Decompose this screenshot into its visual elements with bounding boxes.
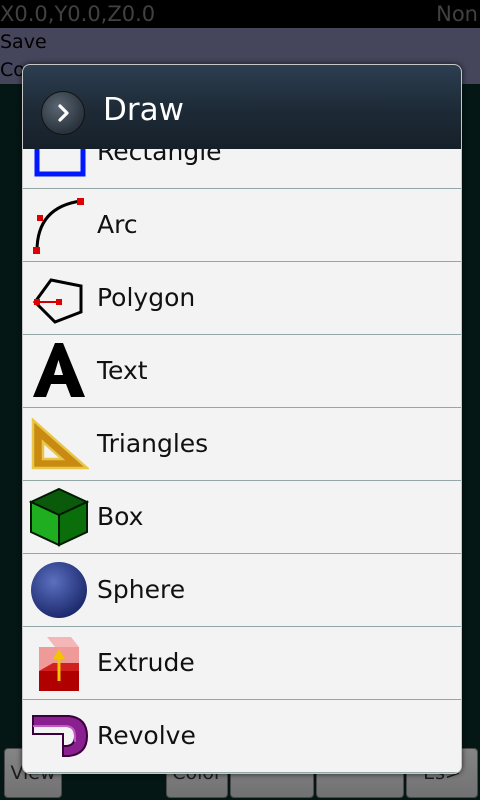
list-item-label: Revolve xyxy=(97,721,196,750)
revolve-icon xyxy=(32,715,89,757)
list-item-label: Extrude xyxy=(97,648,195,677)
box-icon xyxy=(29,487,89,547)
draw-tool-list[interactable]: Rectangle Arc Polygon Text Triangles Box… xyxy=(23,149,461,773)
text-icon xyxy=(33,343,85,397)
list-item-extrude[interactable]: Extrude xyxy=(23,627,461,700)
list-item-label: Box xyxy=(97,502,144,531)
list-item-label: Triangles xyxy=(97,429,209,458)
list-item-box[interactable]: Box xyxy=(23,481,461,554)
sphere-icon xyxy=(31,562,87,618)
dialog-header: Draw xyxy=(23,65,461,149)
list-item-triangles[interactable]: Triangles xyxy=(23,408,461,481)
list-item-label: Sphere xyxy=(97,575,186,604)
list-item-sphere[interactable]: Sphere xyxy=(23,554,461,627)
list-item-arc[interactable]: Arc xyxy=(23,189,461,262)
arc-icon xyxy=(33,198,84,254)
chevron-right-icon[interactable] xyxy=(41,91,85,135)
extrude-icon xyxy=(39,637,79,691)
list-item-label: Text xyxy=(97,356,148,385)
rectangle-icon xyxy=(34,149,86,177)
list-item-label: Arc xyxy=(97,210,138,239)
triangles-icon xyxy=(31,417,89,470)
list-item-text[interactable]: Text xyxy=(23,335,461,408)
draw-dialog: Draw Rectangle Arc Polygon Text Triangle… xyxy=(22,64,462,774)
list-item-label: Rectangle xyxy=(97,149,222,166)
list-item-rectangle[interactable]: Rectangle xyxy=(23,149,461,189)
list-item-label: Polygon xyxy=(97,283,196,312)
list-item-revolve[interactable]: Revolve xyxy=(23,700,461,773)
list-item-polygon[interactable]: Polygon xyxy=(23,262,461,335)
dialog-title: Draw xyxy=(103,92,184,128)
polygon-icon xyxy=(33,278,83,324)
